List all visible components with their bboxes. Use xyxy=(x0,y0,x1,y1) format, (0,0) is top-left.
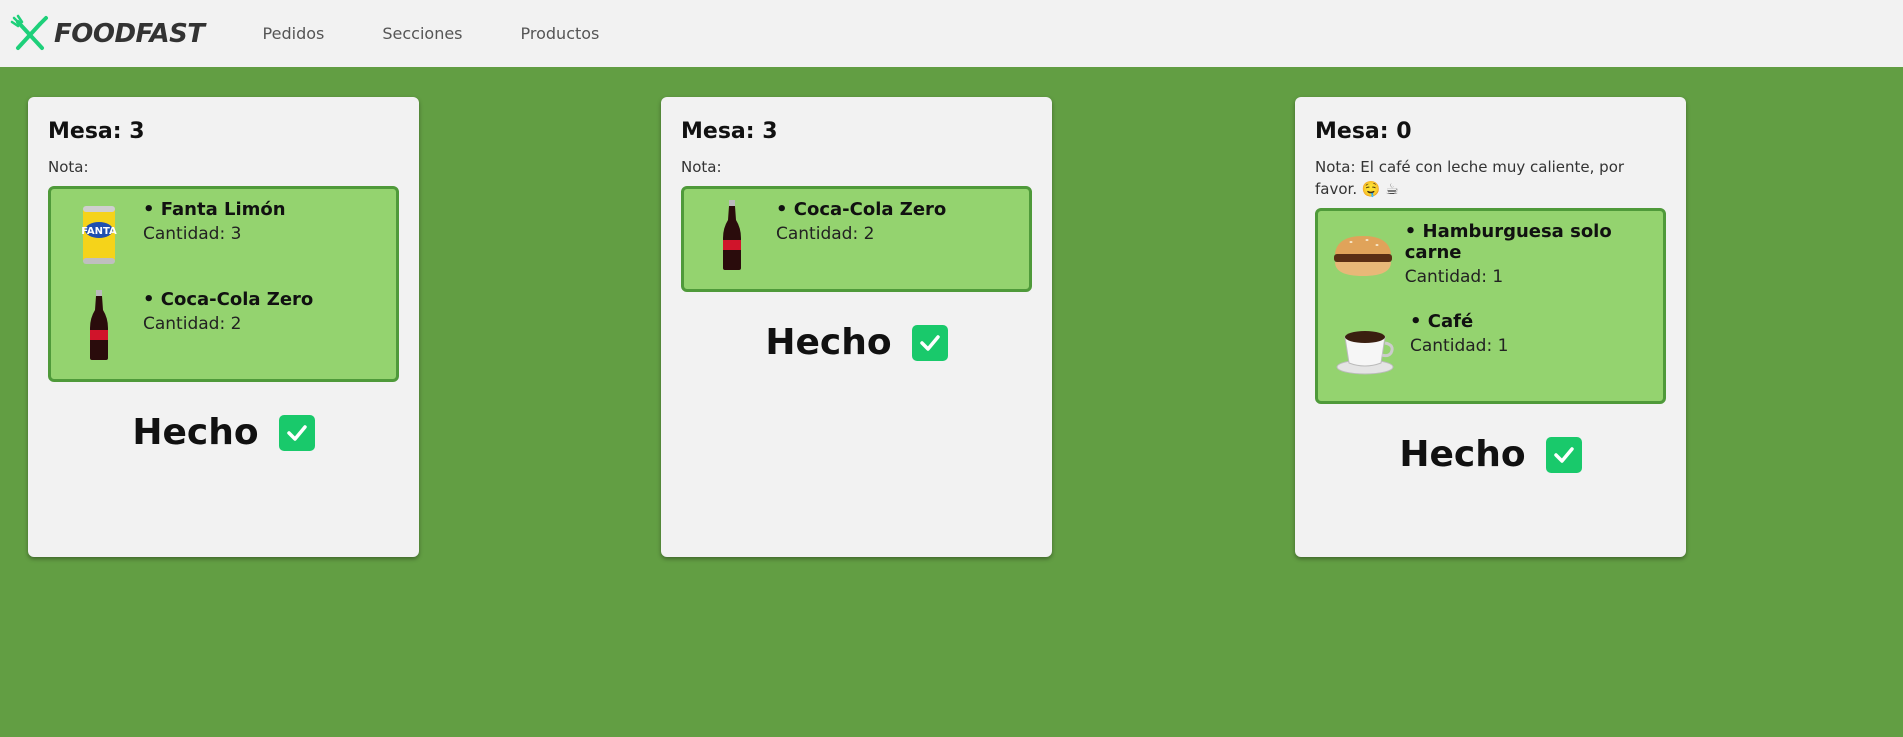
order-card: Mesa: 3 Nota: • Coca-Cola Zero Cantidad:… xyxy=(661,97,1052,557)
list-item: • Coca-Cola Zero Cantidad: 2 xyxy=(63,285,388,375)
order-card: Mesa: 0 Nota: El café con leche muy cali… xyxy=(1295,97,1686,557)
burger-icon xyxy=(1330,217,1397,297)
done-label: Hecho xyxy=(765,322,892,363)
checkmark-icon xyxy=(919,334,940,351)
item-name: • Coca-Cola Zero xyxy=(776,199,947,220)
order-note: Nota: xyxy=(681,158,722,176)
fork-knife-icon xyxy=(10,14,48,50)
svg-text:FANTA: FANTA xyxy=(81,226,117,237)
list-item: • Hamburguesa solo carne Cantidad: 1 xyxy=(1330,217,1655,307)
checkmark-icon xyxy=(1553,446,1574,463)
item-name: • Fanta Limón xyxy=(143,199,286,220)
item-quantity: Cantidad: 3 xyxy=(143,224,242,244)
order-card: Mesa: 3 Nota: FANTA • Fanta Limón Cantid… xyxy=(28,97,419,557)
coffee-cup-icon xyxy=(1330,307,1402,387)
list-item: • Coca-Cola Zero Cantidad: 2 xyxy=(696,195,1021,285)
order-table-number: Mesa: 3 xyxy=(48,119,145,144)
order-note: Nota: El café con leche muy caliente, po… xyxy=(1315,158,1625,198)
done-row: Hecho xyxy=(48,412,399,453)
navbar: FOODFAST Pedidos Secciones Productos xyxy=(0,0,1903,67)
done-checkbox[interactable] xyxy=(1545,436,1582,473)
brand-name: FOODFAST xyxy=(54,18,205,49)
order-items: FANTA • Fanta Limón Cantidad: 3 • Coca-C… xyxy=(48,186,399,382)
order-table-number: Mesa: 0 xyxy=(1315,119,1412,144)
order-note: Nota: xyxy=(48,158,89,176)
done-label: Hecho xyxy=(1399,434,1526,475)
cola-bottle-icon xyxy=(63,285,135,365)
nav-secciones[interactable]: Secciones xyxy=(382,24,462,43)
item-name: • Hamburguesa solo carne xyxy=(1404,221,1612,263)
item-name: • Café xyxy=(1410,311,1474,332)
checkmark-icon xyxy=(286,424,307,441)
nav-pedidos[interactable]: Pedidos xyxy=(263,24,325,43)
item-name: • Coca-Cola Zero xyxy=(143,289,314,310)
nav-productos[interactable]: Productos xyxy=(521,24,600,43)
item-quantity: Cantidad: 2 xyxy=(776,224,875,244)
done-row: Hecho xyxy=(681,322,1032,363)
fanta-can-icon: FANTA xyxy=(63,195,135,275)
item-quantity: Cantidad: 2 xyxy=(143,314,242,334)
cola-bottle-icon xyxy=(696,195,768,275)
list-item: FANTA • Fanta Limón Cantidad: 3 xyxy=(63,195,388,285)
item-quantity: Cantidad: 1 xyxy=(1410,336,1509,356)
list-item: • Café Cantidad: 1 xyxy=(1330,307,1655,397)
item-quantity: Cantidad: 1 xyxy=(1404,267,1504,287)
order-items: • Coca-Cola Zero Cantidad: 2 xyxy=(681,186,1032,292)
brand[interactable]: FOODFAST xyxy=(10,14,205,54)
done-checkbox[interactable] xyxy=(278,414,315,451)
order-table-number: Mesa: 3 xyxy=(681,119,778,144)
done-label: Hecho xyxy=(132,412,259,453)
order-items: • Hamburguesa solo carne Cantidad: 1 • C… xyxy=(1315,208,1666,404)
done-row: Hecho xyxy=(1315,434,1666,475)
done-checkbox[interactable] xyxy=(911,324,948,361)
